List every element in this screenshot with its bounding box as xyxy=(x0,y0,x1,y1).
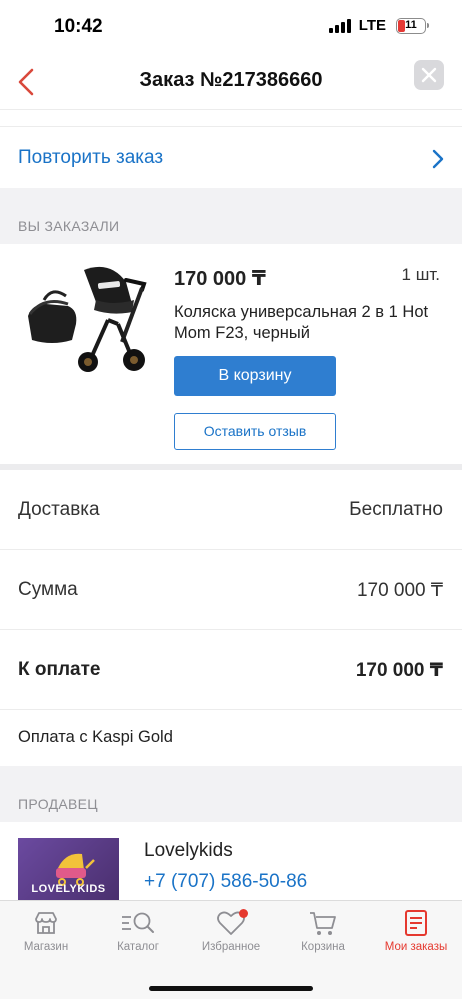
battery-icon: 11 xyxy=(396,17,429,34)
stroller-image xyxy=(28,266,147,372)
ordered-section-header: ВЫ ЗАКАЗАЛИ xyxy=(0,188,462,244)
seller-section-header: ПРОДАВЕЦ xyxy=(0,766,462,822)
back-button[interactable] xyxy=(12,64,48,100)
ordered-section-title: ВЫ ЗАКАЗАЛИ xyxy=(18,218,120,234)
tab-my-orders[interactable]: Мои заказы xyxy=(370,909,462,969)
sum-label: Сумма xyxy=(18,579,78,600)
network-type: LTE xyxy=(358,17,386,34)
tab-cart[interactable]: Корзина xyxy=(277,909,369,969)
repeat-order-row[interactable]: Повторить заказ xyxy=(0,127,462,188)
status-indicators: LTE 11 xyxy=(328,17,429,34)
chevron-left-icon xyxy=(18,68,34,96)
tab-favorites-label: Избранное xyxy=(201,941,261,953)
delivery-label: Доставка xyxy=(18,499,100,520)
delivery-row: Доставка Бесплатно xyxy=(0,470,462,550)
tab-catalog-label: Каталог xyxy=(117,941,159,953)
tab-shop-label: Магазин xyxy=(23,941,69,953)
payment-method-row: Оплата с Kaspi Gold xyxy=(0,710,462,766)
bottom-tab-bar: Магазин Каталог Избранное Корзина Мои за… xyxy=(0,900,462,999)
status-bar: 10:42 LTE 11 xyxy=(0,0,462,54)
home-indicator[interactable] xyxy=(149,986,313,991)
close-button[interactable] xyxy=(414,60,444,90)
add-to-cart-button[interactable]: В корзину xyxy=(174,356,336,396)
shop-icon xyxy=(35,912,57,934)
signal-icon xyxy=(328,18,351,33)
top-gap xyxy=(0,111,462,127)
repeat-order-label: Повторить заказ xyxy=(18,147,164,168)
page-title: Заказ №217386660 xyxy=(139,69,323,91)
tab-favorites[interactable]: Избранное xyxy=(185,909,277,969)
tab-catalog[interactable]: Каталог xyxy=(92,909,184,969)
seller-name[interactable]: Lovelykids xyxy=(144,840,233,862)
tab-my-orders-label: Мои заказы xyxy=(384,941,448,953)
product-price: 170 000 ₸ xyxy=(174,268,266,290)
delivery-value: Бесплатно xyxy=(349,499,443,520)
seller-logo-text: LOVELYKIDS xyxy=(31,883,106,895)
cart-icon xyxy=(310,912,336,935)
product-name[interactable]: Коляска универсальная 2 в 1 Hot Mom F23,… xyxy=(174,302,434,344)
header: Заказ №217386660 xyxy=(0,54,462,110)
seller-card: LOVELYKIDS Lovelykids +7 (707) 586-50-86 xyxy=(0,822,462,900)
seller-phone-link[interactable]: +7 (707) 586-50-86 xyxy=(144,871,307,893)
seller-logo[interactable]: LOVELYKIDS xyxy=(18,838,119,900)
battery-level: 11 xyxy=(405,18,417,31)
tab-shop[interactable]: Магазин xyxy=(0,909,92,969)
orders-icon xyxy=(405,910,427,936)
status-time: 10:42 xyxy=(54,16,103,37)
chevron-right-icon xyxy=(432,149,444,169)
to-pay-value: 170 000 ₸ xyxy=(355,660,443,681)
tab-cart-label: Корзина xyxy=(301,941,345,953)
to-pay-row: К оплате 170 000 ₸ xyxy=(0,630,462,710)
seller-section-title: ПРОДАВЕЦ xyxy=(18,796,98,812)
order-item: 170 000 ₸ 1 шт. Коляска универсальная 2 … xyxy=(0,244,462,464)
payment-method: Оплата с Kaspi Gold xyxy=(18,728,173,746)
catalog-search-icon xyxy=(122,912,154,933)
sum-row: Сумма 170 000 ₸ xyxy=(0,550,462,630)
to-pay-label: К оплате xyxy=(18,659,101,680)
leave-review-button[interactable]: Оставить отзыв xyxy=(174,413,336,450)
sum-value: 170 000 ₸ xyxy=(356,580,443,601)
notification-dot xyxy=(239,909,248,918)
product-quantity: 1 шт. xyxy=(401,265,440,284)
close-icon xyxy=(421,67,437,83)
